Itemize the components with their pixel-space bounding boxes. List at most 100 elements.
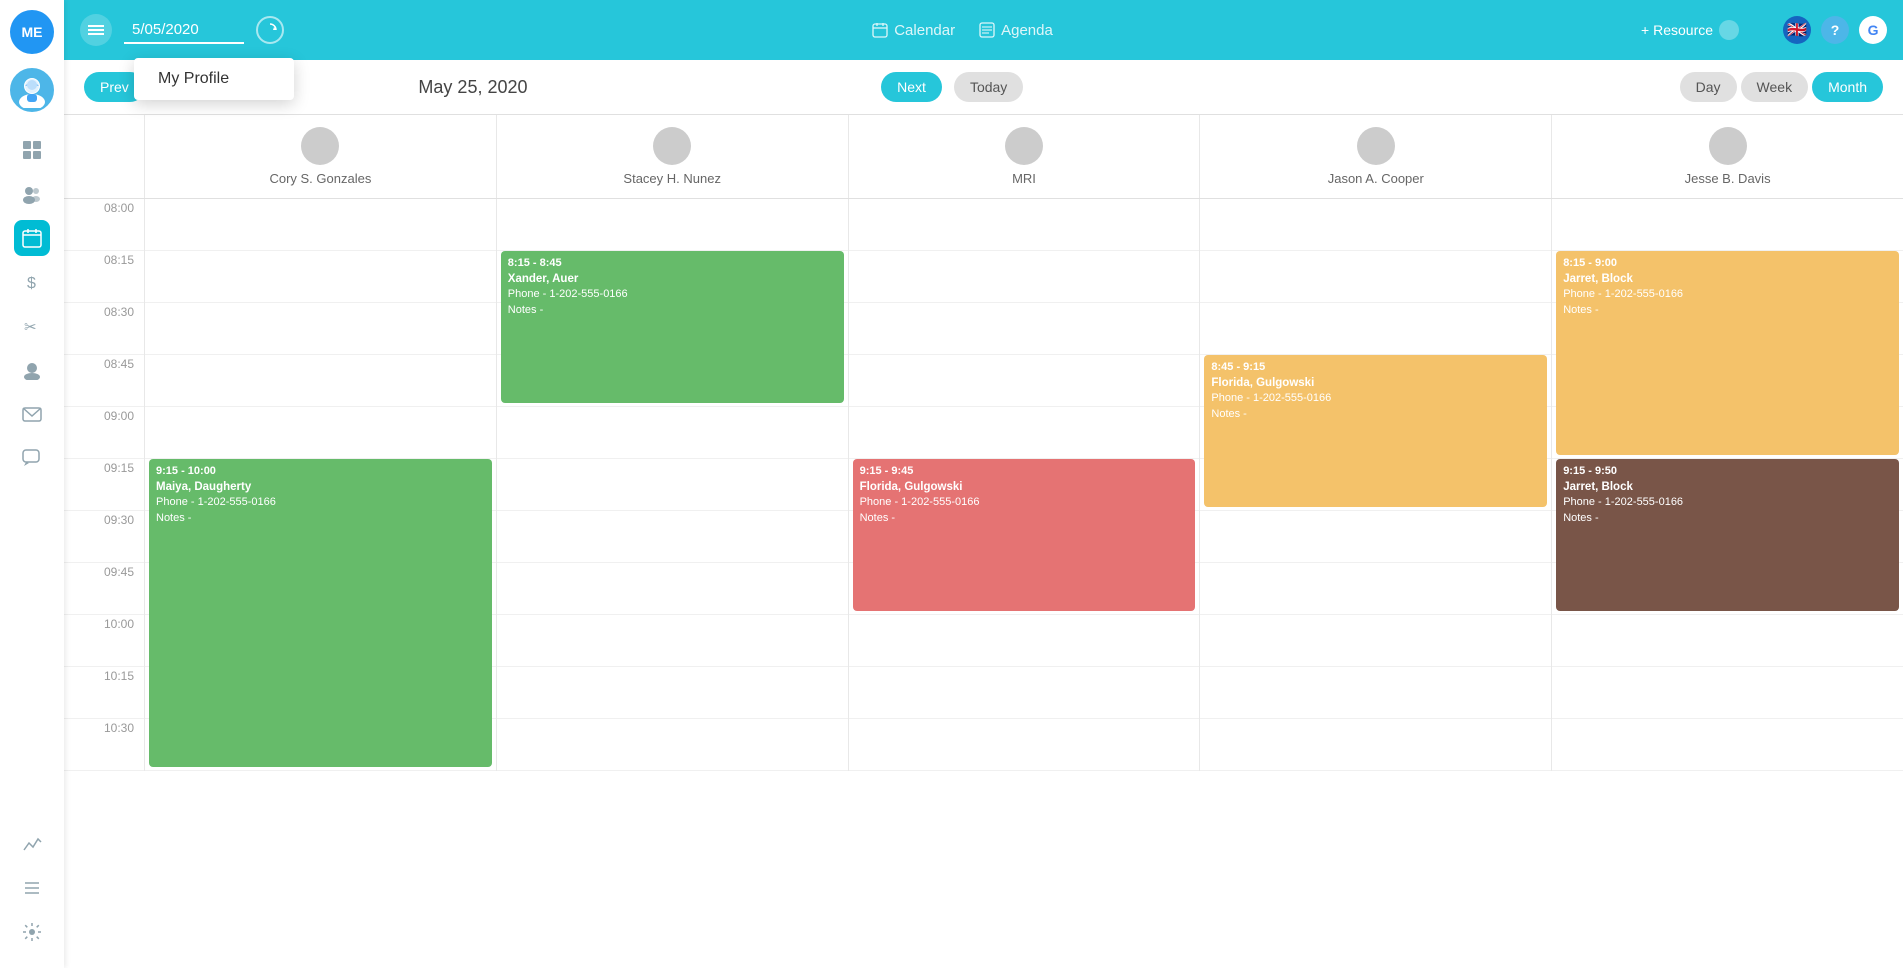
event-phone: Phone - 1-202-555-0166 [156, 495, 485, 510]
event-time: 8:15 - 8:45 [508, 256, 837, 271]
time-0945: 09:45 [64, 563, 144, 615]
resource-column-1: 8:15 - 8:45 Xander, Auer Phone - 1-202-5… [496, 199, 848, 771]
calendar-grid: Cory S. Gonzales Stacey H. Nunez MRI [64, 115, 1903, 771]
event-phone: Phone - 1-202-555-0166 [1563, 287, 1892, 302]
view-buttons: Day Week Month [1680, 72, 1883, 102]
calendar-body: 08:00 08:15 08:30 08:45 09:00 09:15 09:3… [64, 199, 1903, 771]
event-ev6[interactable]: 9:15 - 9:50 Jarret, Block Phone - 1-202-… [1556, 459, 1899, 611]
resource-col-1: Stacey H. Nunez [496, 115, 848, 198]
time-0930: 09:30 [64, 511, 144, 563]
time-0800: 08:00 [64, 199, 144, 251]
help-button[interactable]: ? [1821, 16, 1849, 44]
language-flag[interactable]: 🇬🇧 [1783, 16, 1811, 44]
event-notes: Notes - [1211, 407, 1540, 422]
view-day-button[interactable]: Day [1680, 72, 1737, 102]
profile-dropdown-label[interactable]: My Profile [158, 70, 229, 87]
event-phone: Phone - 1-202-555-0166 [860, 495, 1189, 510]
sidebar-item-calendar[interactable] [14, 220, 50, 256]
google-button[interactable]: G [1859, 16, 1887, 44]
date-input[interactable] [124, 17, 244, 44]
resource-name-4: Jesse B. Davis [1685, 171, 1771, 186]
sidebar-item-dashboard[interactable] [14, 132, 50, 168]
resource-column-3: 8:45 - 9:15 Florida, Gulgowski Phone - 1… [1199, 199, 1551, 771]
view-month-button[interactable]: Month [1812, 72, 1883, 102]
event-name: Florida, Gulgowski [860, 479, 1189, 495]
event-name: Jarret, Block [1563, 479, 1892, 495]
calendar-columns: 9:15 - 10:00 Maiya, Daugherty Phone - 1-… [144, 199, 1903, 771]
sidebar-item-settings[interactable] [14, 914, 50, 950]
event-time: 8:15 - 9:00 [1563, 256, 1892, 271]
event-ev4[interactable]: 9:15 - 10:00 Maiya, Daugherty Phone - 1-… [149, 459, 492, 767]
sidebar: ME $ ✂ [0, 0, 64, 968]
sidebar-item-mail[interactable] [14, 396, 50, 432]
time-column-header [64, 115, 144, 198]
resource-column-0: 9:15 - 10:00 Maiya, Daugherty Phone - 1-… [144, 199, 496, 771]
event-ev2[interactable]: 8:15 - 9:00 Jarret, Block Phone - 1-202-… [1556, 251, 1899, 455]
resource-col-3: Jason A. Cooper [1199, 115, 1551, 198]
main-content: Calendar Agenda + Resource 🇬🇧 ? G My Pro… [64, 0, 1903, 968]
sidebar-item-list[interactable] [14, 870, 50, 906]
sidebar-avatar[interactable] [10, 68, 54, 112]
resource-name-3: Jason A. Cooper [1328, 171, 1424, 186]
event-ev3[interactable]: 8:45 - 9:15 Florida, Gulgowski Phone - 1… [1204, 355, 1547, 507]
sidebar-item-billing[interactable]: $ [14, 264, 50, 300]
today-button[interactable]: Today [954, 72, 1023, 102]
sidebar-item-analytics[interactable] [14, 826, 50, 862]
event-ev5[interactable]: 9:15 - 9:45 Florida, Gulgowski Phone - 1… [853, 459, 1196, 611]
event-notes: Notes - [508, 303, 837, 318]
event-name: Jarret, Block [1563, 271, 1892, 287]
time-1015: 10:15 [64, 667, 144, 719]
time-0915: 09:15 [64, 459, 144, 511]
sidebar-item-scissors[interactable]: ✂ [14, 308, 50, 344]
agenda-nav-item[interactable]: Agenda [979, 22, 1053, 39]
resource-avatar-2 [1005, 127, 1043, 165]
calendar-label: Calendar [894, 22, 955, 39]
resource-avatar-0 [301, 127, 339, 165]
agenda-label: Agenda [1001, 22, 1053, 39]
event-ev1[interactable]: 8:15 - 8:45 Xander, Auer Phone - 1-202-5… [501, 251, 844, 403]
event-notes: Notes - [1563, 511, 1892, 526]
sidebar-item-patients[interactable] [14, 176, 50, 212]
resource-avatar-1 [653, 127, 691, 165]
time-labels: 08:00 08:15 08:30 08:45 09:00 09:15 09:3… [64, 199, 144, 771]
profile-dropdown: My Profile [134, 58, 294, 100]
event-notes: Notes - [860, 511, 1189, 526]
resource-name-1: Stacey H. Nunez [623, 171, 721, 186]
svg-text:$: $ [27, 275, 36, 292]
sidebar-me-button[interactable]: ME [10, 10, 54, 54]
event-phone: Phone - 1-202-555-0166 [508, 287, 837, 302]
resource-column-2: 9:15 - 9:45 Florida, Gulgowski Phone - 1… [848, 199, 1200, 771]
topbar-right: 🇬🇧 ? G [1783, 16, 1887, 44]
sidebar-item-contacts[interactable] [14, 352, 50, 388]
resource-toggle [1719, 20, 1739, 40]
resource-col-2: MRI [848, 115, 1200, 198]
calendar-header-row: Cory S. Gonzales Stacey H. Nunez MRI [64, 115, 1903, 199]
time-0845: 08:45 [64, 355, 144, 407]
event-notes: Notes - [156, 511, 485, 526]
resource-name-2: MRI [1012, 171, 1036, 186]
event-name: Xander, Auer [508, 271, 837, 287]
event-name: Florida, Gulgowski [1211, 375, 1540, 391]
resource-button[interactable]: + Resource [1641, 20, 1739, 40]
resource-column-4: 8:15 - 9:00 Jarret, Block Phone - 1-202-… [1551, 199, 1903, 771]
next-button[interactable]: Next [881, 72, 942, 102]
view-week-button[interactable]: Week [1741, 72, 1809, 102]
calendar-toolbar: Prev May 25, 2020 Next Today Day Week Mo… [64, 60, 1903, 115]
resource-avatar-4 [1709, 127, 1747, 165]
event-time: 9:15 - 9:50 [1563, 464, 1892, 479]
event-notes: Notes - [1563, 303, 1892, 318]
resource-name-0: Cory S. Gonzales [269, 171, 371, 186]
refresh-button[interactable] [256, 16, 284, 44]
menu-button[interactable] [80, 14, 112, 46]
svg-text:✂: ✂ [24, 319, 37, 336]
event-time: 8:45 - 9:15 [1211, 360, 1540, 375]
event-time: 9:15 - 9:45 [860, 464, 1189, 479]
event-phone: Phone - 1-202-555-0166 [1211, 391, 1540, 406]
calendar-container: Cory S. Gonzales Stacey H. Nunez MRI [64, 115, 1903, 968]
sidebar-item-chat[interactable] [14, 440, 50, 476]
time-0900: 09:00 [64, 407, 144, 459]
event-time: 9:15 - 10:00 [156, 464, 485, 479]
resource-col-4: Jesse B. Davis [1551, 115, 1903, 198]
calendar-nav-item[interactable]: Calendar [872, 22, 955, 39]
topbar-nav: Calendar Agenda [872, 22, 1053, 39]
